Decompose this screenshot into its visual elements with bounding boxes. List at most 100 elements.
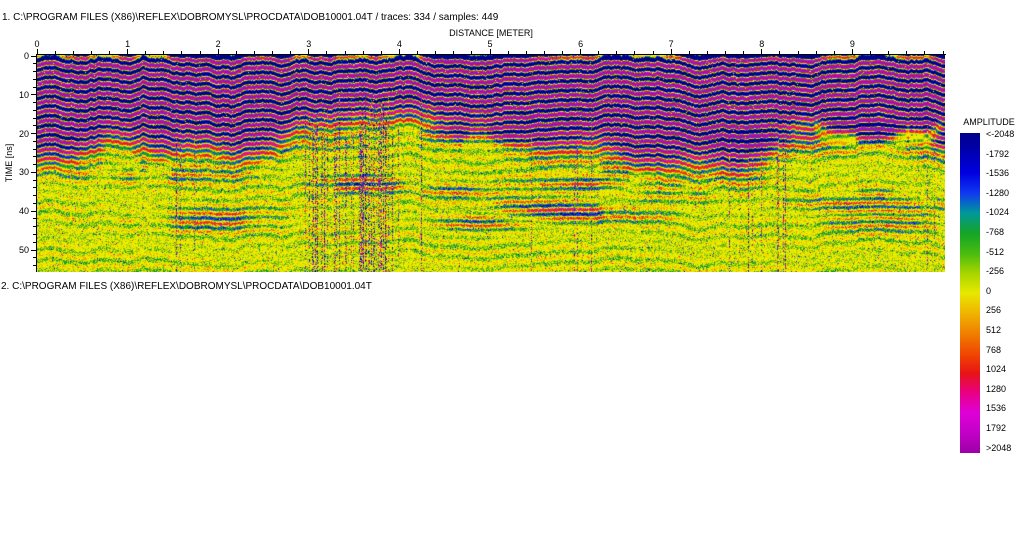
distance-minor-tick [870,51,871,54]
distance-minor-tick [363,51,364,54]
distance-minor-tick [906,51,907,54]
time-tick-label: 10 [12,90,29,100]
time-minor-tick [33,234,36,235]
time-minor-tick [33,242,36,243]
distance-minor-tick [381,51,382,54]
time-minor-tick [33,63,36,64]
time-major-tick [31,172,36,173]
distance-minor-tick [471,51,472,54]
distance-minor-tick [924,51,925,54]
colorbar-label: 1792 [986,423,1006,433]
colorbar-label: >2048 [986,443,1011,453]
time-major-tick [31,211,36,212]
distance-minor-tick [798,51,799,54]
time-major-tick [31,250,36,251]
time-minor-tick [33,118,36,119]
distance-minor-tick [779,51,780,54]
distance-minor-tick [435,51,436,54]
profile-1-title: 1. C:\PROGRAM FILES (X86)\REFLEX\DOBROMY… [2,12,498,23]
colorbar-label: -256 [986,266,1004,276]
colorbar-label: -1024 [986,207,1009,217]
colorbar-label: 1280 [986,384,1006,394]
distance-minor-tick [544,51,545,54]
distance-minor-tick [508,51,509,54]
distance-major-tick [671,49,672,54]
distance-tick-label: 6 [578,39,583,49]
distance-tick-label: 0 [34,39,39,49]
distance-minor-tick [943,51,944,54]
distance-minor-tick [345,51,346,54]
time-minor-tick [33,218,36,219]
distance-minor-tick [616,51,617,54]
distance-major-tick [37,49,38,54]
colorbar-label: -1536 [986,168,1009,178]
time-minor-tick [33,102,36,103]
distance-tick-label: 2 [216,39,221,49]
time-minor-tick [33,110,36,111]
time-major-tick [31,56,36,57]
time-minor-tick [33,79,36,80]
distance-major-tick [490,49,491,54]
distance-minor-tick [272,51,273,54]
distance-minor-tick [417,51,418,54]
distance-major-tick [218,49,219,54]
time-minor-tick [33,257,36,258]
distance-minor-tick [653,51,654,54]
time-tick-label: 40 [12,206,29,216]
distance-tick-label: 8 [759,39,764,49]
distance-minor-tick [816,51,817,54]
distance-tick-label: 7 [669,39,674,49]
distance-axis-title: DISTANCE [METER] [449,28,533,38]
radargram-image[interactable] [37,55,945,272]
distance-minor-tick [109,51,110,54]
time-minor-tick [33,265,36,266]
time-major-tick [31,94,36,95]
distance-minor-tick [145,51,146,54]
time-minor-tick [33,187,36,188]
colorbar-label: 256 [986,305,1001,315]
distance-tick-label: 4 [397,39,402,49]
distance-minor-tick [526,51,527,54]
distance-tick-label: 9 [850,39,855,49]
colorbar-label: -1792 [986,149,1009,159]
distance-minor-tick [634,51,635,54]
distance-tick-label: 1 [125,39,130,49]
colorbar-label: -768 [986,227,1004,237]
profile-2-title: 2. C:\PROGRAM FILES (X86)\REFLEX\DOBROMY… [1,281,372,292]
distance-minor-tick [163,51,164,54]
colorbar-label: <-2048 [986,129,1014,139]
time-tick-label: 20 [12,129,29,139]
colorbar-label: 512 [986,325,1001,335]
distance-minor-tick [598,51,599,54]
time-minor-tick [33,164,36,165]
time-tick-label: 0 [12,51,29,61]
distance-minor-tick [181,51,182,54]
distance-minor-tick [200,51,201,54]
colorbar-label: 1024 [986,364,1006,374]
distance-minor-tick [834,51,835,54]
distance-major-tick [308,49,309,54]
distance-minor-tick [55,51,56,54]
distance-minor-tick [707,51,708,54]
distance-minor-tick [888,51,889,54]
time-minor-tick [33,203,36,204]
distance-major-tick [580,49,581,54]
distance-minor-tick [254,51,255,54]
distance-major-tick [852,49,853,54]
time-major-tick [31,133,36,134]
time-minor-tick [33,180,36,181]
time-minor-tick [33,156,36,157]
distance-minor-tick [236,51,237,54]
distance-tick-label: 5 [487,39,492,49]
colorbar-label: 768 [986,345,1001,355]
distance-major-tick [399,49,400,54]
colorbar-label: -512 [986,247,1004,257]
distance-tick-label: 3 [306,39,311,49]
distance-major-tick [127,49,128,54]
time-minor-tick [33,87,36,88]
amplitude-colorbar [960,133,980,453]
distance-major-tick [761,49,762,54]
distance-minor-tick [326,51,327,54]
time-minor-tick [33,195,36,196]
distance-minor-tick [689,51,690,54]
